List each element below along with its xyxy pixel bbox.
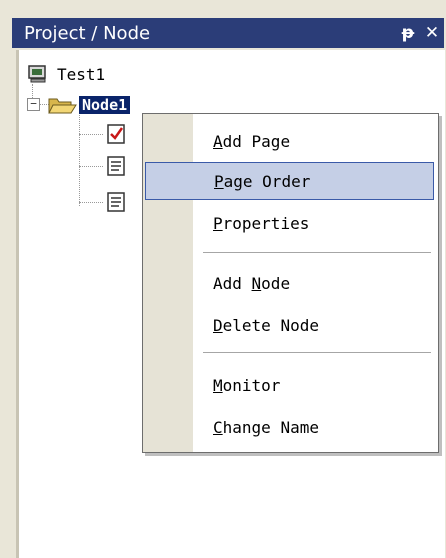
page-icon (105, 191, 127, 213)
menu-item-add-page[interactable]: Add Page (145, 122, 434, 160)
menu-item-delete-node[interactable]: Delete Node (145, 306, 434, 344)
page-icon (105, 155, 127, 177)
tree-item-label: Node1 (79, 96, 131, 114)
tree-item-page[interactable] (105, 154, 127, 178)
menu-separator (203, 352, 431, 353)
menu-item-monitor[interactable]: Monitor (145, 366, 434, 404)
folder-open-icon (47, 94, 77, 116)
panel-title: Project / Node (24, 22, 151, 44)
tree-item-node1[interactable]: Node1 (47, 93, 131, 117)
context-menu: Add Page Page Order Properties Add Node … (142, 113, 439, 453)
tree-line (79, 134, 103, 135)
menu-separator (203, 252, 431, 253)
computer-icon (27, 63, 49, 85)
tree-line (79, 112, 80, 206)
tree-item-page[interactable] (105, 190, 127, 214)
menu-item-properties[interactable]: Properties (145, 204, 434, 242)
tree-item-root[interactable]: Test1 (27, 62, 105, 86)
tree-line (32, 84, 33, 98)
menu-item-add-node[interactable]: Add Node (145, 264, 434, 302)
tree-line (79, 166, 103, 167)
checked-page-icon (105, 123, 127, 145)
collapse-icon[interactable]: − (27, 98, 40, 111)
menu-item-change-name[interactable]: Change Name (145, 408, 434, 446)
pin-icon[interactable]: ᵽ (396, 21, 420, 45)
tree-line (79, 202, 103, 203)
tree-item-page[interactable] (105, 122, 127, 146)
close-icon[interactable]: ✕ (420, 21, 444, 45)
tree-item-label: Test1 (57, 64, 106, 84)
panel-titlebar[interactable]: Project / Node ᵽ ✕ (12, 18, 444, 48)
menu-item-page-order[interactable]: Page Order (145, 162, 434, 200)
project-node-panel: Project / Node ᵽ ✕ Test1 − Node1 Add Pag… (0, 0, 446, 558)
